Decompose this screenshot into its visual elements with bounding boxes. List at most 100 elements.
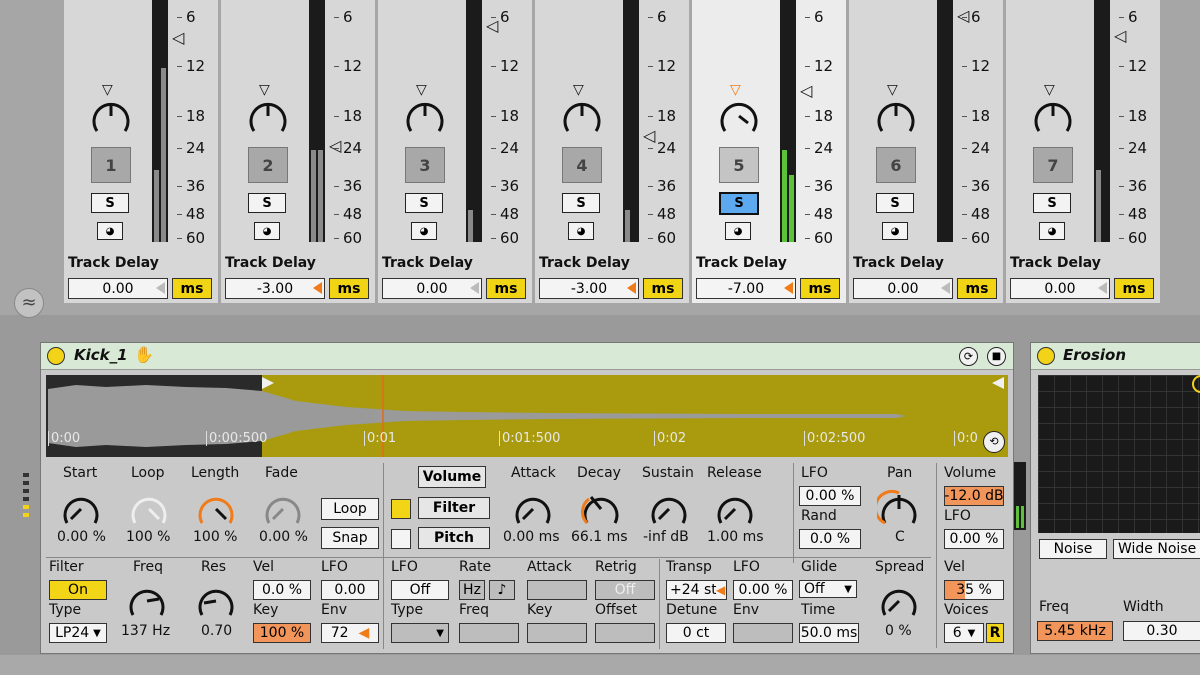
pitch-env-toggle[interactable] bbox=[391, 529, 411, 549]
volume-field[interactable]: -12.0 dB bbox=[944, 486, 1004, 506]
rand-field[interactable]: 0.0 % bbox=[799, 529, 861, 549]
monitor-icon[interactable]: ◕ bbox=[882, 222, 908, 240]
ms-unit-button[interactable]: ms bbox=[486, 278, 526, 299]
zoom-icon[interactable]: ⟲ bbox=[983, 431, 1005, 453]
track-pan-knob[interactable] bbox=[89, 95, 133, 137]
filter-freq-knob[interactable] bbox=[125, 581, 169, 621]
res-knob[interactable] bbox=[194, 581, 238, 621]
detune-field[interactable]: 0 ct bbox=[666, 623, 726, 643]
erosion-title-bar[interactable]: Erosion bbox=[1031, 343, 1200, 370]
pitch-env-field[interactable] bbox=[733, 623, 793, 643]
retrigger-r-button[interactable]: R bbox=[986, 623, 1004, 643]
track-activator-button[interactable]: 7 bbox=[1033, 147, 1073, 183]
filter-on-button[interactable]: On bbox=[49, 580, 107, 600]
ms-unit-button[interactable]: ms bbox=[643, 278, 683, 299]
erosion-power-icon[interactable] bbox=[1037, 347, 1055, 365]
device-title-bar[interactable]: Kick_1 ✋ ⟳ ■ bbox=[41, 343, 1013, 370]
track-delay-field[interactable]: 0.00 bbox=[853, 278, 953, 299]
lfo-attack-field[interactable] bbox=[527, 580, 587, 600]
loop-button[interactable]: Loop bbox=[321, 498, 379, 520]
release-knob[interactable] bbox=[713, 489, 757, 529]
track-pan-knob[interactable] bbox=[246, 95, 290, 137]
track-pan-knob[interactable] bbox=[403, 95, 447, 137]
solo-button[interactable]: S bbox=[248, 193, 286, 213]
monitor-icon[interactable]: ◕ bbox=[1039, 222, 1065, 240]
volume-fader-icon[interactable]: ◁ bbox=[800, 83, 812, 99]
track-activator-button[interactable]: 6 bbox=[876, 147, 916, 183]
start-knob[interactable] bbox=[59, 489, 103, 529]
solo-button[interactable]: S bbox=[719, 192, 759, 215]
volume-fader-icon[interactable]: ◁ bbox=[1114, 28, 1126, 44]
monitor-icon[interactable]: ◕ bbox=[568, 222, 594, 240]
track-pan-knob[interactable] bbox=[717, 95, 761, 137]
monitor-icon[interactable]: ◕ bbox=[725, 222, 751, 240]
rate-note-button[interactable]: ♪ bbox=[489, 580, 515, 600]
retrig-button[interactable]: Off bbox=[595, 580, 655, 600]
ms-unit-button[interactable]: ms bbox=[957, 278, 997, 299]
solo-button[interactable]: S bbox=[1033, 193, 1071, 213]
lfo-off-button[interactable]: Off bbox=[391, 580, 449, 600]
track-activator-button[interactable]: 3 bbox=[405, 147, 445, 183]
track-activator-button[interactable]: 4 bbox=[562, 147, 602, 183]
solo-button[interactable]: S bbox=[91, 193, 129, 213]
erosion-width-field[interactable]: 0.30 bbox=[1123, 621, 1200, 641]
erosion-freq-field[interactable]: 5.45 kHz bbox=[1037, 621, 1113, 641]
snap-button[interactable]: Snap bbox=[321, 527, 379, 549]
voices-dropdown[interactable]: 6 ▼ bbox=[944, 623, 984, 643]
time-field[interactable]: 50.0 ms bbox=[799, 623, 859, 643]
track-activator-button[interactable]: 1 bbox=[91, 147, 131, 183]
ms-unit-button[interactable]: ms bbox=[800, 278, 840, 299]
pan-knob[interactable] bbox=[877, 489, 921, 529]
track-pan-knob[interactable] bbox=[874, 95, 918, 137]
lfo-freq-field[interactable] bbox=[459, 623, 519, 643]
length-knob[interactable] bbox=[194, 489, 238, 529]
solo-button[interactable]: S bbox=[876, 193, 914, 213]
xy-handle-icon[interactable] bbox=[1192, 375, 1200, 393]
noise-button[interactable]: Noise bbox=[1039, 539, 1107, 559]
monitor-icon[interactable]: ◕ bbox=[254, 222, 280, 240]
track-pan-knob[interactable] bbox=[1031, 95, 1075, 137]
filter-type-dropdown[interactable]: LP24 ▼ bbox=[49, 623, 107, 643]
sustain-knob[interactable] bbox=[647, 489, 691, 529]
filter-lfo-field[interactable]: 0.00 bbox=[321, 580, 379, 600]
track-activator-button[interactable]: 2 bbox=[248, 147, 288, 183]
track-pan-knob[interactable] bbox=[560, 95, 604, 137]
erosion-xy-display[interactable] bbox=[1038, 375, 1200, 533]
track-delay-field[interactable]: -3.00 bbox=[225, 278, 325, 299]
tab-pitch[interactable]: Pitch bbox=[418, 527, 490, 549]
tab-filter[interactable]: Filter bbox=[418, 497, 490, 519]
volume-fader-icon[interactable]: ◁ bbox=[486, 18, 498, 34]
loop-knob[interactable] bbox=[127, 489, 171, 529]
attack-knob[interactable] bbox=[511, 489, 555, 529]
decay-knob[interactable] bbox=[579, 489, 623, 529]
track-delay-field[interactable]: 0.00 bbox=[382, 278, 482, 299]
volume-fader-icon[interactable]: ◁ bbox=[643, 128, 655, 144]
volume-fader-icon[interactable]: ◁ bbox=[329, 138, 341, 154]
filter-key-field[interactable]: 100 % bbox=[253, 623, 311, 643]
monitor-icon[interactable]: ◕ bbox=[97, 222, 123, 240]
lfo-amount-field[interactable]: 0.00 % bbox=[799, 486, 861, 506]
waveform-display[interactable]: 0:00 0:00:500 0:01 0:01:500 0:02 0:02:500 0:0 … bbox=[46, 375, 1008, 457]
volume-fader-icon[interactable]: ◁ bbox=[172, 30, 184, 46]
volume-fader-icon[interactable]: ◁ bbox=[957, 8, 969, 24]
volume-lfo-field[interactable]: 0.00 % bbox=[944, 529, 1004, 549]
offset-field[interactable] bbox=[595, 623, 655, 643]
track-delay-field[interactable]: -3.00 bbox=[539, 278, 639, 299]
track-delay-field[interactable]: -7.00 bbox=[696, 278, 796, 299]
solo-button[interactable]: S bbox=[405, 193, 443, 213]
transp-field[interactable]: +24 st ◀ bbox=[666, 580, 727, 600]
lfo-type-dropdown[interactable]: ▼ bbox=[391, 623, 449, 643]
ms-unit-button[interactable]: ms bbox=[1114, 278, 1154, 299]
tab-volume[interactable]: Volume bbox=[418, 466, 486, 488]
fade-knob[interactable] bbox=[261, 489, 305, 529]
track-delay-field[interactable]: 0.00 bbox=[1010, 278, 1110, 299]
filter-env-toggle[interactable] bbox=[391, 499, 411, 519]
track-delay-field[interactable]: 0.00 bbox=[68, 278, 168, 299]
save-preset-icon[interactable]: ■ bbox=[987, 347, 1006, 366]
collapse-icon[interactable]: ≈ bbox=[14, 288, 44, 318]
hot-swap-icon[interactable]: ⟳ bbox=[959, 347, 978, 366]
device-power-icon[interactable] bbox=[47, 347, 65, 365]
pitch-lfo-field[interactable]: 0.00 % bbox=[733, 580, 793, 600]
track-activator-button[interactable]: 5 bbox=[719, 147, 759, 183]
ms-unit-button[interactable]: ms bbox=[329, 278, 369, 299]
